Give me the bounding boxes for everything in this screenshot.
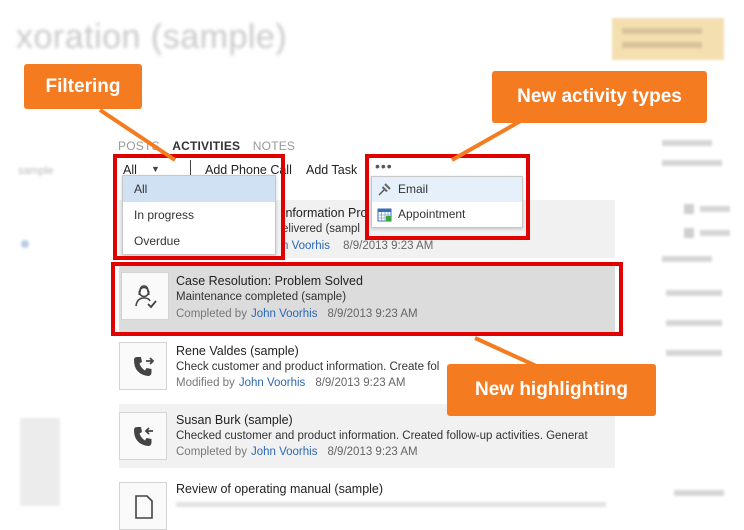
- callout-new-activity-types: New activity types: [492, 71, 707, 123]
- filtering-connector: [98, 108, 177, 162]
- callout-new-highlighting: New highlighting: [447, 364, 656, 416]
- callout-filtering: Filtering: [24, 64, 142, 109]
